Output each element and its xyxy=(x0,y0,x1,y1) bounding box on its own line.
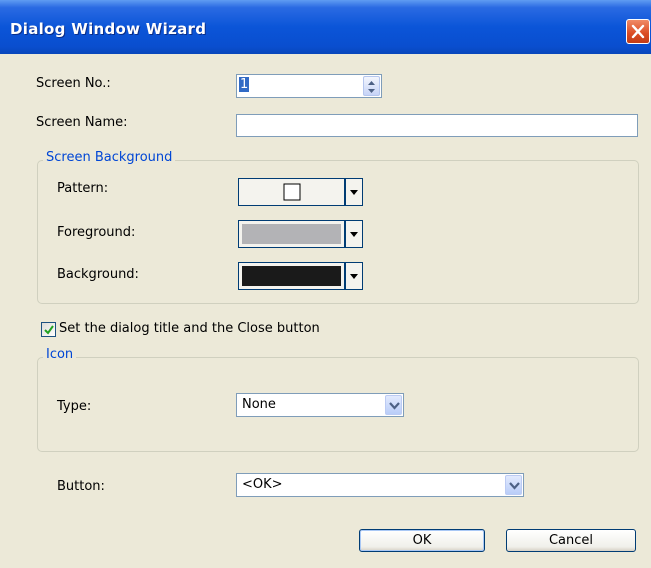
window-title: Dialog Window Wizard xyxy=(10,20,207,38)
background-button[interactable] xyxy=(238,262,345,290)
up-down-arrows-icon xyxy=(368,81,375,93)
pattern-dropdown-button[interactable] xyxy=(345,178,363,206)
icon-group-title: Icon xyxy=(43,347,77,362)
button-dropdown-button[interactable] xyxy=(505,475,522,495)
foreground-dropdown-button[interactable] xyxy=(345,220,363,248)
foreground-button[interactable] xyxy=(238,220,345,248)
foreground-swatch xyxy=(242,224,341,244)
button-value: <OK> xyxy=(242,477,283,492)
screen-background-group-title: Screen Background xyxy=(43,150,176,165)
screen-no-label-text: Screen No.: xyxy=(36,76,111,91)
pattern-label: Pattern: xyxy=(57,181,109,196)
type-label: Type: xyxy=(57,399,92,414)
pattern-button[interactable] xyxy=(238,178,345,206)
checkmark-icon xyxy=(44,325,54,335)
screen-name-label: Screen Name: xyxy=(36,115,128,130)
chevron-down-icon xyxy=(509,482,520,490)
title-bar: Dialog Window Wizard xyxy=(0,0,651,54)
dialog-title-checkbox-label[interactable]: Set the dialog title and the Close butto… xyxy=(59,321,320,336)
close-icon xyxy=(631,24,645,39)
chevron-down-icon xyxy=(350,232,358,237)
cancel-button[interactable]: Cancel xyxy=(506,529,636,552)
button-field-label: Button: xyxy=(57,479,105,494)
type-dropdown-button[interactable] xyxy=(385,395,402,415)
screen-no-value[interactable]: 1 xyxy=(239,77,250,92)
type-select[interactable]: None xyxy=(236,393,404,417)
empty-square-icon xyxy=(283,183,301,201)
foreground-label: Foreground: xyxy=(57,225,136,240)
background-swatch xyxy=(242,266,341,286)
spin-buttons[interactable] xyxy=(363,76,380,96)
background-label: Background: xyxy=(57,267,139,282)
screen-no-label: Screen No.: xyxy=(36,76,111,91)
screen-name-input[interactable] xyxy=(236,114,638,137)
dialog-title-checkbox[interactable] xyxy=(41,322,56,337)
button-select[interactable]: <OK> xyxy=(236,473,524,497)
background-dropdown-button[interactable] xyxy=(345,262,363,290)
ok-button[interactable]: OK xyxy=(359,529,485,552)
chevron-down-icon xyxy=(389,402,400,410)
close-button[interactable] xyxy=(626,19,650,44)
chevron-down-icon xyxy=(350,190,358,195)
screen-no-stepper[interactable]: 1 xyxy=(236,74,382,98)
type-value: None xyxy=(242,397,276,412)
chevron-down-icon xyxy=(350,274,358,279)
